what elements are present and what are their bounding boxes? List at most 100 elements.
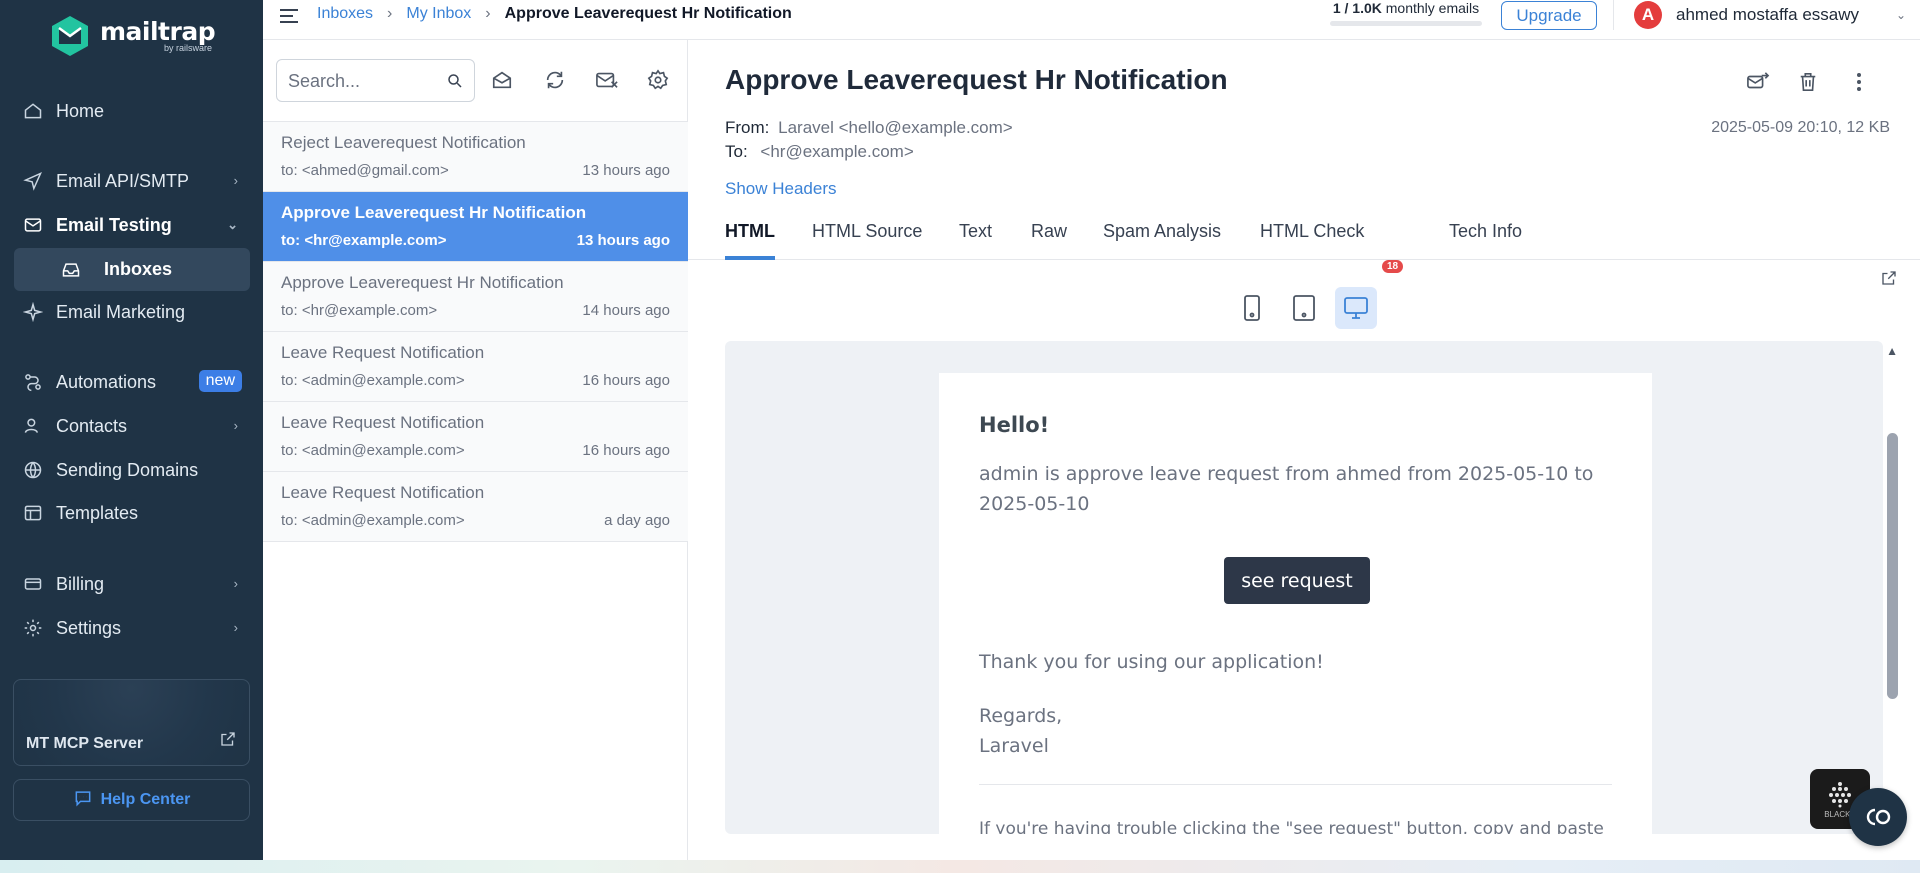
tab-text[interactable]: Text (959, 221, 992, 260)
automation-icon (22, 371, 44, 393)
email-preview: Hello! admin is approve leave request fr… (725, 341, 1883, 834)
desktop-view-icon[interactable] (1335, 287, 1377, 329)
message-subject: Leave Request Notification (281, 343, 485, 362)
to-line: To: <hr@example.com> (725, 142, 914, 162)
forward-email-icon[interactable] (1744, 68, 1772, 96)
tablet-view-icon[interactable] (1283, 287, 1325, 329)
sidebar-item-inboxes[interactable]: Inboxes (14, 248, 250, 291)
sidebar-item-contacts[interactable]: Contacts › (14, 406, 250, 446)
message-detail: Approve Leaverequest Hr Notification Fro… (688, 40, 1920, 860)
message-time: a day ago (604, 512, 670, 529)
mailtrap-logo[interactable]: mailtrap by railsware (48, 14, 216, 58)
sidebar-item-label: Home (56, 100, 105, 121)
upgrade-button[interactable]: Upgrade (1501, 1, 1597, 30)
email-thanks: Thank you for using our application! (979, 651, 1324, 673)
from-line: From: Laravel <hello@example.com> (725, 118, 1013, 138)
breadcrumb-inboxes[interactable]: Inboxes (317, 5, 373, 23)
message-recipient: to: <ahmed@gmail.com> (281, 162, 449, 179)
message-row[interactable]: Reject Leaverequest Notification to: <ah… (263, 122, 688, 192)
sidebar-item-automations[interactable]: Automations new (14, 362, 250, 402)
sidebar-item-email-testing[interactable]: Email Testing ⌄ (14, 205, 250, 245)
scroll-up-icon[interactable]: ▲ (1886, 344, 1898, 358)
sidebar-item-label: Sending Domains (56, 459, 199, 480)
email-testing-icon (22, 214, 44, 236)
tab-html[interactable]: HTML (725, 221, 775, 260)
sidebar-item-sending-domains[interactable]: Sending Domains (14, 450, 250, 490)
sidebar-item-label: Billing (56, 573, 105, 594)
message-recipient: to: <admin@example.com> (281, 372, 465, 389)
mcp-server-card[interactable]: MT MCP Server (13, 679, 250, 766)
hamburger-menu-icon[interactable] (279, 7, 301, 30)
usage-bar (1330, 21, 1482, 26)
avatar[interactable]: A (1634, 1, 1662, 29)
more-options-icon[interactable] (1845, 68, 1873, 96)
open-in-new-window-icon[interactable] (1880, 269, 1898, 292)
chat-bubble-icon (73, 788, 93, 813)
sidebar-item-label: Settings (56, 617, 122, 638)
tab-spam-analysis[interactable]: Spam Analysis (1103, 221, 1221, 260)
sidebar-item-billing[interactable]: Billing › (14, 564, 250, 604)
trash-icon[interactable] (1794, 68, 1822, 96)
chat-widget-button[interactable] (1849, 788, 1907, 846)
email-trouble-text: If you're having trouble clicking the "s… (979, 819, 1604, 834)
message-row[interactable]: Leave Request Notification to: <admin@ex… (263, 402, 688, 472)
sidebar-item-label: Contacts (56, 415, 128, 436)
see-request-button[interactable]: see request (1224, 557, 1370, 604)
help-center-button[interactable]: Help Center (13, 779, 250, 821)
message-time: 14 hours ago (582, 302, 670, 319)
sidebar-item-home[interactable]: Home (14, 91, 250, 131)
search-input[interactable] (288, 69, 438, 93)
send-icon (22, 170, 44, 192)
message-time: 13 hours ago (582, 162, 670, 179)
message-date-size: 2025-05-09 20:10, 12 KB (1711, 119, 1890, 136)
sidebar-item-email-marketing[interactable]: Email Marketing (14, 292, 250, 332)
tab-raw[interactable]: Raw (1031, 221, 1067, 260)
message-row-selected[interactable]: Approve Leaverequest Hr Notification to:… (263, 192, 688, 262)
email-body-card: Hello! admin is approve leave request fr… (939, 373, 1652, 834)
sidebar: mailtrap by railsware Home Email API/SMT… (0, 0, 263, 860)
tab-html-check[interactable]: HTML Check (1260, 221, 1364, 260)
mobile-view-icon[interactable] (1231, 287, 1273, 329)
divider (1613, 0, 1614, 30)
gear-icon[interactable] (645, 67, 671, 93)
message-row[interactable]: Leave Request Notification to: <admin@ex… (263, 332, 688, 402)
settings-icon (22, 617, 44, 639)
sidebar-item-label: Email Marketing (56, 301, 186, 322)
message-row[interactable]: Leave Request Notification to: <admin@ex… (263, 472, 688, 542)
breadcrumb-my-inbox[interactable]: My Inbox (406, 5, 471, 23)
to-label: To: (725, 142, 748, 161)
sidebar-item-email-api[interactable]: Email API/SMTP › (14, 161, 250, 201)
sidebar-item-templates[interactable]: Templates (14, 493, 250, 533)
chevron-down-icon[interactable]: ⌄ (1896, 8, 1906, 22)
message-row[interactable]: Approve Leaverequest Hr Notification to:… (263, 262, 688, 332)
message-recipient: to: <admin@example.com> (281, 442, 465, 459)
show-headers-link[interactable]: Show Headers (725, 179, 837, 199)
search-icon[interactable] (446, 72, 464, 95)
user-name[interactable]: ahmed mostaffa essawy (1676, 5, 1859, 25)
message-subject: Approve Leaverequest Hr Notification (281, 203, 587, 222)
sidebar-item-settings[interactable]: Settings › (14, 608, 250, 648)
message-list-panel: Reject Leaverequest Notification to: <ah… (263, 40, 688, 860)
breadcrumb-separator-icon: › (387, 5, 393, 22)
sparkle-icon (22, 301, 44, 323)
email-signoff: Regards, Laravel (979, 701, 1062, 761)
mark-all-read-icon[interactable] (489, 67, 515, 93)
usage-meter: 1 / 1.0K monthly emails (1326, 0, 1486, 26)
sidebar-item-label: Automations (56, 371, 157, 392)
billing-icon (22, 573, 44, 595)
tab-html-source[interactable]: HTML Source (812, 221, 922, 260)
chevron-right-icon: › (233, 576, 238, 591)
tab-tech-info[interactable]: Tech Info (1449, 221, 1522, 260)
html-check-badge: 18 (1382, 260, 1404, 273)
clear-inbox-icon[interactable] (594, 67, 620, 93)
refresh-icon[interactable] (542, 67, 568, 93)
chevron-right-icon: › (233, 418, 238, 433)
email-body-text: admin is approve leave request from ahme… (979, 463, 1594, 515)
contacts-icon (22, 415, 44, 437)
sidebar-item-label: Email Testing (56, 214, 172, 235)
help-center-label: Help Center (100, 791, 191, 808)
preview-scrollbar[interactable] (1887, 433, 1898, 699)
message-subject: Approve Leaverequest Hr Notification (281, 273, 564, 292)
message-recipient: to: <admin@example.com> (281, 512, 465, 529)
top-bar: Inboxes › My Inbox › Approve Leavereques… (263, 0, 1920, 40)
